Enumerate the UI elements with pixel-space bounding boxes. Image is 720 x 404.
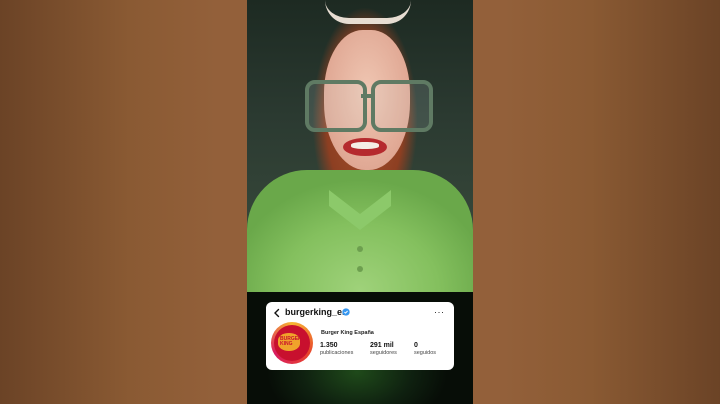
glasses	[305, 80, 433, 132]
stat-followers[interactable]: 291 mil seguidores	[370, 342, 397, 356]
stat-label: seguidos	[414, 350, 437, 356]
stat-label: publicaciones	[320, 350, 354, 356]
stat-value: 1.350	[320, 342, 338, 349]
verified-badge-icon	[342, 308, 350, 316]
shirt-button	[357, 246, 363, 252]
teeth	[351, 142, 379, 149]
instagram-profile-card: burgerking_es ··· BURGER KING Burger Kin…	[266, 302, 454, 370]
chevron-left-icon[interactable]	[272, 308, 282, 318]
avatar[interactable]: BURGER KING	[271, 322, 313, 364]
stat-value: 0	[414, 342, 418, 349]
stat-label: seguidores	[370, 350, 397, 356]
more-options-icon[interactable]: ···	[434, 307, 445, 317]
profile-username: burgerking_es	[285, 307, 348, 317]
stat-posts[interactable]: 1.350 publicaciones	[320, 342, 353, 356]
shirt-button	[357, 266, 363, 272]
stat-following[interactable]: 0 seguidos	[414, 342, 436, 356]
avatar-logo-text: BURGER KING	[280, 336, 302, 347]
video-photo	[247, 0, 473, 292]
headband	[325, 0, 411, 24]
green-shirt	[247, 170, 473, 292]
profile-display-name: Burger King España	[321, 330, 374, 336]
stat-value: 291 mil	[370, 342, 394, 349]
